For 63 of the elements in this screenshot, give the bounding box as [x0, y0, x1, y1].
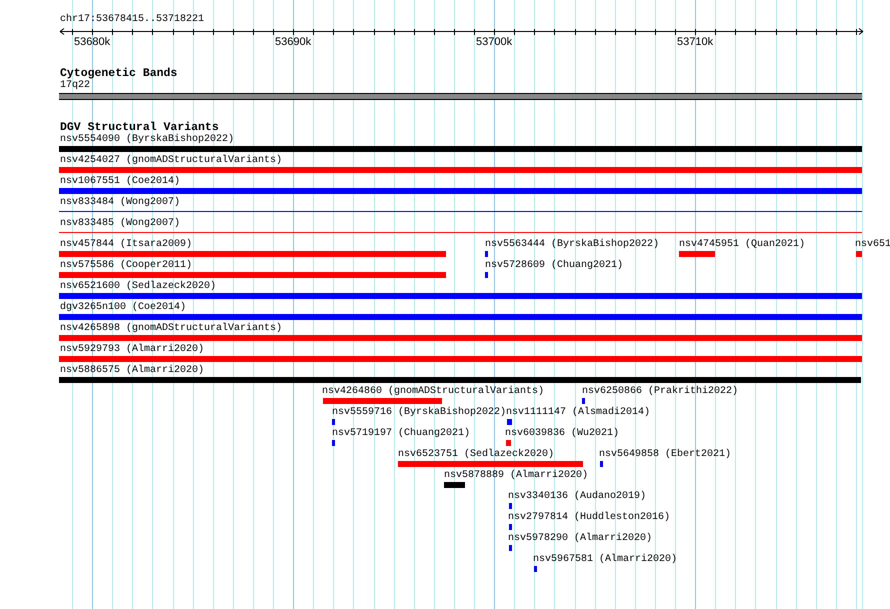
variant-label[interactable]: nsv833484 (Wong2007) [60, 197, 180, 209]
variant-label[interactable]: nsv4265898 (gnomADStructuralVariants) [60, 323, 282, 335]
variant-label[interactable]: nsv6523751 (Sedlazeck2020) [398, 449, 554, 461]
variant-bar[interactable] [509, 524, 512, 530]
variant-bar[interactable] [59, 314, 862, 320]
variant-bar[interactable] [600, 461, 603, 467]
variant-bar[interactable] [506, 440, 511, 446]
variant-bar[interactable] [332, 419, 335, 425]
variant-bar[interactable] [59, 356, 862, 362]
variant-bar[interactable] [398, 461, 583, 467]
variant-bar[interactable] [679, 251, 715, 257]
variant-bar[interactable] [59, 335, 862, 341]
variant-bar[interactable] [509, 503, 512, 509]
variant-label[interactable]: nsv5967581 (Almarri2020) [533, 554, 678, 566]
variant-bar[interactable] [534, 566, 537, 572]
variant-label[interactable]: nsv4264860 (gnomADStructuralVariants) [322, 386, 544, 398]
band-label: 17q22 [59, 80, 90, 92]
variant-label[interactable]: nsv5559716 (ByrskaBishop2022) [332, 407, 506, 419]
variant-label[interactable]: nsv5554090 (ByrskaBishop2022) [60, 134, 234, 146]
variant-label[interactable]: nsv6250866 (Prakrithi2022) [582, 386, 738, 398]
variant-bar[interactable] [485, 251, 488, 257]
tick-label: 53690k [275, 36, 311, 48]
track-title: DGV Structural Variants [59, 122, 219, 134]
variant-bar[interactable] [856, 251, 862, 257]
variant-label[interactable]: nsv5719197 (Chuang2021) [332, 428, 470, 440]
variant-bar[interactable] [59, 188, 862, 194]
variant-label[interactable]: nsv6521600 (Sedlazeck2020) [60, 281, 216, 293]
variant-label[interactable]: nsv4254027 (gnomADStructuralVariants) [60, 155, 282, 167]
variant-label[interactable]: nsv1111147 (Alsmadi2014) [506, 407, 650, 419]
variant-label[interactable]: nsv4745951 (Quan2021) [679, 239, 806, 251]
variant-bar[interactable] [485, 272, 488, 278]
variant-bar[interactable] [507, 419, 512, 425]
variant-bar[interactable] [59, 167, 862, 173]
track-title: Cytogenetic Bands [59, 68, 178, 80]
variant-bar[interactable] [59, 293, 862, 299]
variant-bar[interactable] [509, 545, 512, 551]
variant-label[interactable]: nsv3340136 (Audano2019) [508, 491, 646, 503]
tick-label: 53680k [74, 36, 110, 48]
variant-label[interactable]: nsv5563444 (ByrskaBishop2022) [485, 239, 660, 251]
variant-label[interactable]: nsv457844 (Itsara2009) [60, 239, 192, 251]
variant-label[interactable]: nsv575586 (Cooper2011) [60, 260, 192, 272]
variant-bar[interactable] [59, 251, 446, 257]
variant-label[interactable]: nsv2797814 (Huddleston2016) [508, 512, 670, 524]
variant-label[interactable]: nsv5649858 (Ebert2021) [599, 449, 732, 461]
variant-label[interactable]: nsv6039836 (Wu2021) [505, 428, 620, 440]
variant-label[interactable]: nsv5886575 (Almarri2020) [60, 365, 204, 377]
tick-label: 53700k [476, 36, 512, 48]
tick-label: 53710k [677, 36, 713, 48]
variant-label[interactable]: nsv5929793 (Almarri2020) [60, 344, 204, 356]
variant-label[interactable]: dgv3265n100 (Coe2014) [60, 302, 186, 314]
variant-bar[interactable] [444, 482, 465, 488]
variant-bar[interactable] [59, 146, 862, 152]
variant-label[interactable]: nsv5978290 (Almarri2020) [508, 533, 652, 545]
variant-label[interactable]: nsv833485 (Wong2007) [60, 218, 180, 230]
variant-label[interactable]: nsv5728609 (Chuang2021) [485, 260, 624, 272]
variant-bar[interactable] [323, 398, 442, 404]
variant-bar[interactable] [59, 377, 861, 383]
location-label: chr17:53678415..53718221 [59, 14, 204, 26]
variant-bar[interactable] [582, 398, 585, 404]
variant-bar[interactable] [332, 440, 335, 446]
variant-bar[interactable] [59, 272, 446, 278]
variant-label[interactable]: nsv1067551 (Coe2014) [60, 176, 180, 188]
variant-label[interactable]: nsv5878889 (Almarri2020) [444, 470, 588, 482]
